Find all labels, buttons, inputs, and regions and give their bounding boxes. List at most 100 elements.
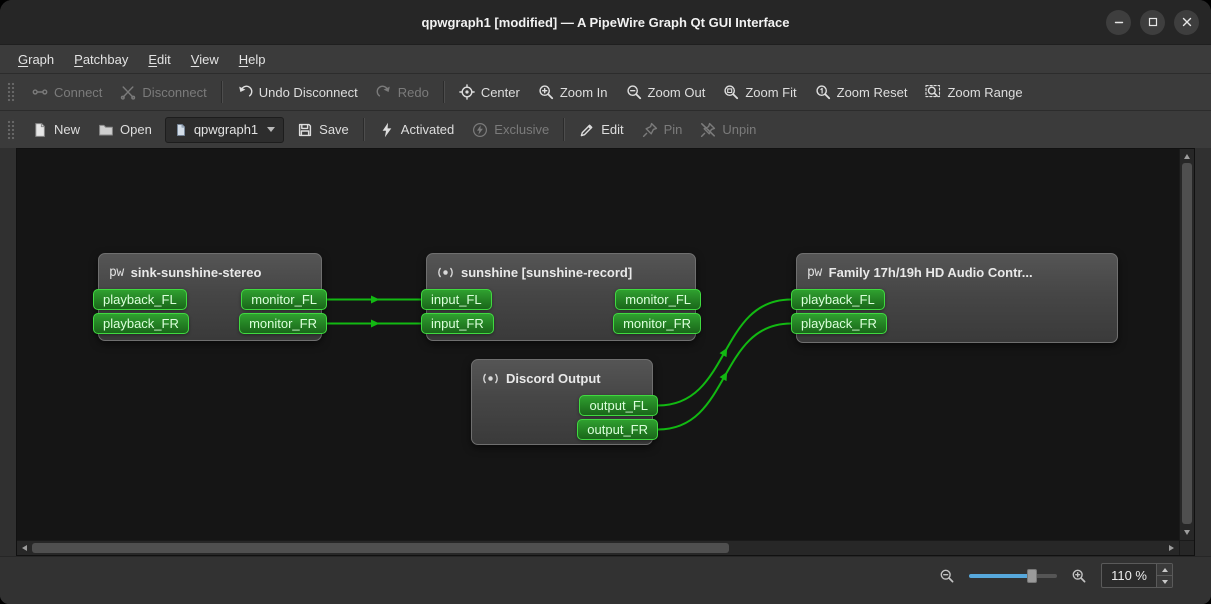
- open-button[interactable]: Open: [89, 117, 161, 143]
- file-toolbar: New Open qpwgraph1 Save Activated Exclus…: [0, 110, 1211, 148]
- toolbar-separator: [563, 118, 566, 141]
- open-icon: [99, 124, 113, 135]
- connect-icon: [32, 89, 48, 95]
- chevron-down-icon: [267, 127, 276, 132]
- vertical-scroll-thumb[interactable]: [1182, 163, 1192, 524]
- node-title: Family 17h/19h HD Audio Contr...: [828, 264, 1033, 280]
- redo-button[interactable]: Redo: [367, 79, 438, 105]
- scroll-down-arrow[interactable]: [1184, 530, 1190, 535]
- port-output_FL[interactable]: output_FL: [579, 395, 658, 416]
- exclusive-label: Exclusive: [494, 122, 550, 137]
- graph-node-sunshine[interactable]: sunshine [sunshine-record] input_FL input_…: [421, 253, 701, 341]
- zoom-spin-buttons: [1156, 564, 1172, 587]
- port-playback_FL[interactable]: playback_FL: [93, 289, 187, 310]
- activated-toggle[interactable]: Activated: [370, 117, 463, 143]
- menu-edit[interactable]: Edit: [138, 45, 180, 73]
- exclusive-toggle[interactable]: Exclusive: [463, 117, 558, 143]
- menu-view[interactable]: View: [181, 45, 229, 73]
- zoom-fit-button[interactable]: Zoom Fit: [714, 79, 805, 105]
- zoom-range-icon: [925, 85, 941, 98]
- zoom-reset-button[interactable]: Zoom Reset: [806, 79, 917, 105]
- port-playback_FR[interactable]: playback_FR: [791, 313, 887, 334]
- minimize-button[interactable]: [1106, 9, 1131, 35]
- new-label: New: [54, 122, 81, 137]
- scroll-right-arrow[interactable]: [1169, 545, 1174, 551]
- activated-label: Activated: [400, 122, 455, 137]
- session-combo[interactable]: qpwgraph1: [164, 116, 285, 143]
- zoom-value: 110 %: [1111, 568, 1147, 583]
- close-button[interactable]: [1174, 9, 1199, 35]
- port-output_FR[interactable]: output_FR: [577, 419, 658, 440]
- port-monitor_FR[interactable]: monitor_FR: [613, 313, 701, 334]
- zoom-spinbox[interactable]: 110 %: [1101, 563, 1173, 588]
- toolbar-separator: [442, 81, 445, 103]
- horizontal-scroll-thumb[interactable]: [32, 543, 730, 553]
- toolbar-grip[interactable]: [7, 118, 15, 141]
- zoom-out-button[interactable]: Zoom Out: [617, 79, 715, 105]
- edit-label: Edit: [601, 122, 624, 137]
- port-monitor_FL[interactable]: monitor_FL: [241, 289, 327, 310]
- pipewire-icon: pw: [807, 264, 822, 280]
- zoom-in-button[interactable]: Zoom In: [529, 79, 617, 105]
- undo-icon: [238, 85, 253, 97]
- save-button[interactable]: Save: [288, 117, 358, 143]
- menu-graph[interactable]: Graph: [8, 45, 64, 73]
- port-monitor_FL[interactable]: monitor_FL: [615, 289, 701, 310]
- statusbar: 110 %: [0, 556, 1211, 604]
- port-monitor_FR[interactable]: monitor_FR: [239, 313, 327, 334]
- pin-button[interactable]: Pin: [633, 117, 692, 143]
- port-playback_FR[interactable]: playback_FR: [93, 313, 189, 334]
- unpin-label: Unpin: [722, 122, 757, 137]
- center-button[interactable]: Center: [450, 79, 529, 105]
- zoom-out-mini-icon[interactable]: [939, 568, 955, 584]
- toolbar-separator: [362, 118, 365, 141]
- zoom-spin-up[interactable]: [1157, 564, 1172, 576]
- scrollbar-corner: [1179, 540, 1194, 555]
- undo-disconnect-button[interactable]: Undo Disconnect: [228, 79, 367, 105]
- vertical-scrollbar[interactable]: [1179, 149, 1194, 540]
- graph-node-discord-output[interactable]: Discord Output output_FL output_FR: [471, 359, 658, 445]
- zoom-range-button[interactable]: Zoom Range: [916, 79, 1031, 105]
- connect-button[interactable]: Connect: [23, 79, 111, 105]
- port-playback_FL[interactable]: playback_FL: [791, 289, 885, 310]
- disconnect-label: Disconnect: [142, 84, 207, 100]
- port-input_FR[interactable]: input_FR: [421, 313, 494, 334]
- maximize-icon: [1148, 17, 1157, 27]
- zoom-in-mini-icon[interactable]: [1071, 568, 1087, 584]
- disconnect-icon: [121, 86, 136, 100]
- menu-help[interactable]: Help: [229, 45, 276, 73]
- pin-icon: [642, 122, 657, 137]
- zoom-spin-down[interactable]: [1157, 576, 1172, 587]
- zoom-slider[interactable]: [969, 568, 1058, 583]
- center-label: Center: [480, 84, 520, 100]
- maximize-button[interactable]: [1140, 9, 1165, 35]
- zoom-slider-track[interactable]: [969, 573, 1058, 578]
- graph-canvas[interactable]: pw sink-sunshine-stereo playback_FL playbac…: [17, 149, 1179, 540]
- graph-node-sink-sunshine-stereo[interactable]: pw sink-sunshine-stereo playback_FL playbac…: [93, 253, 327, 341]
- graph-node-family-hd-audio[interactable]: pw Family 17h/19h HD Audio Contr... playba…: [791, 253, 1118, 343]
- toolbar-grip[interactable]: [7, 81, 15, 103]
- unpin-button[interactable]: Unpin: [691, 117, 765, 143]
- horizontal-scrollbar[interactable]: [17, 540, 1179, 555]
- edit-toggle[interactable]: Edit: [570, 117, 632, 143]
- connection-arrow: [719, 347, 728, 358]
- graph-toolbar: Connect Disconnect Undo Disconnect Redo …: [0, 73, 1211, 110]
- center-icon: [459, 84, 475, 100]
- node-header: sunshine [sunshine-record]: [427, 254, 695, 286]
- titlebar[interactable]: qpwgraph1 [modified] — A PipeWire Graph …: [0, 0, 1211, 44]
- pipewire-icon: pw: [109, 264, 124, 280]
- disconnect-button[interactable]: Disconnect: [111, 79, 215, 105]
- port-input_FL[interactable]: input_FL: [421, 289, 492, 310]
- zoom-out-icon: [626, 85, 641, 100]
- new-button[interactable]: New: [23, 117, 89, 143]
- menu-patchbay[interactable]: Patchbay: [64, 45, 138, 73]
- scroll-left-arrow[interactable]: [22, 545, 27, 551]
- zoom-slider-handle[interactable]: [1027, 568, 1038, 583]
- pin-label: Pin: [663, 122, 683, 137]
- zoom-out-label: Zoom Out: [647, 84, 706, 100]
- exclusive-icon: [473, 122, 488, 137]
- toolbar-separator: [220, 81, 223, 103]
- scroll-up-arrow[interactable]: [1184, 154, 1190, 159]
- node-header: Discord Output: [472, 360, 652, 392]
- spin-down-icon: [1161, 579, 1168, 584]
